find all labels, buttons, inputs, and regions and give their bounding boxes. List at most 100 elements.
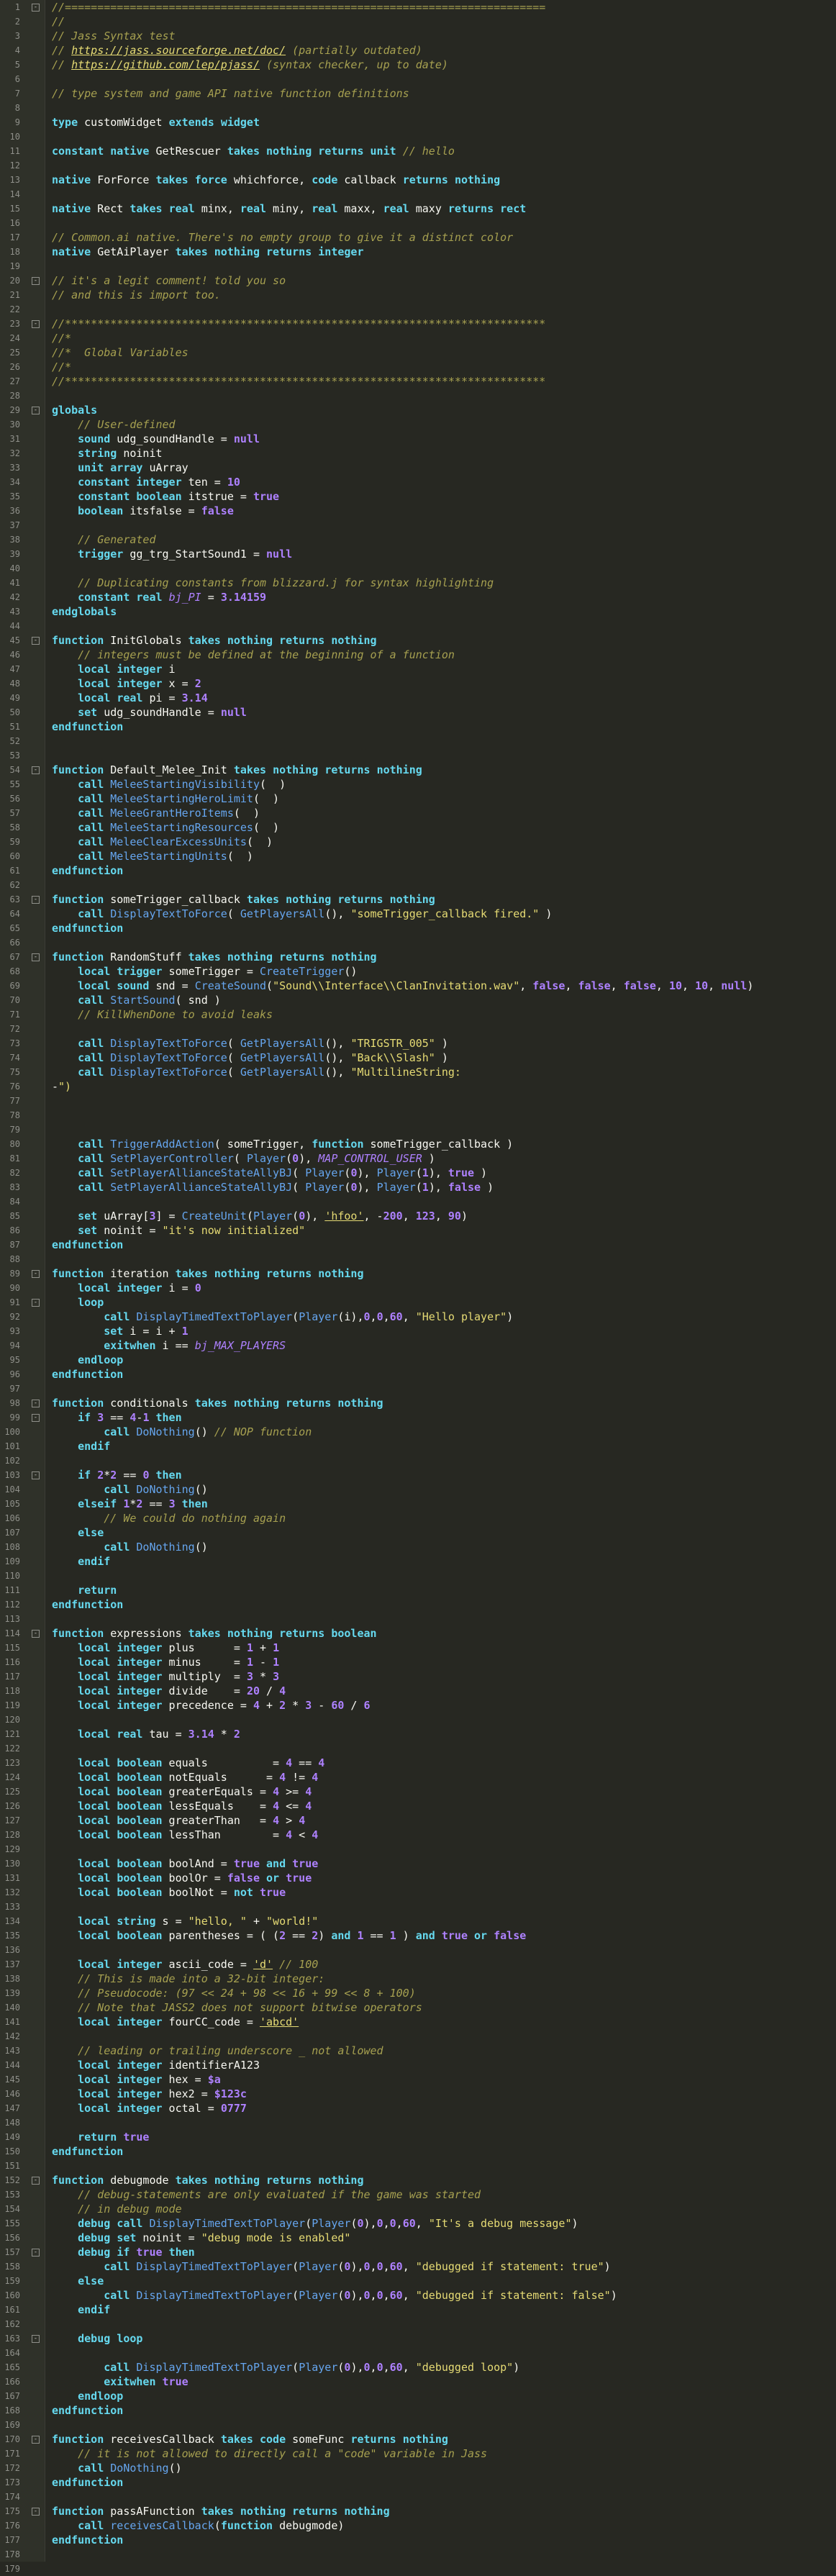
fold-toggle-icon[interactable]: - [32,2249,40,2257]
fold-toggle-icon[interactable]: - [32,1400,40,1407]
code-line[interactable]: 73 call DisplayTextToForce( GetPlayersAl… [0,1036,836,1051]
code-line[interactable]: 153 // debug-statements are only evaluat… [0,2187,836,2202]
code-line[interactable]: 147 local integer octal = 0777 [0,2101,836,2115]
code-line[interactable]: 38 // Generated [0,532,836,547]
code-line[interactable]: 95 endloop [0,1353,836,1367]
code-line[interactable]: 27 //************************************… [0,374,836,389]
code-line[interactable]: 87 endfunction [0,1238,836,1252]
code-line[interactable]: 74 call DisplayTextToForce( GetPlayersAl… [0,1051,836,1065]
code-line[interactable]: 164 [0,2346,836,2360]
code-line[interactable]: 52 [0,734,836,748]
code-line[interactable]: 130 local boolean boolAnd = true and tru… [0,1856,836,1871]
code-line[interactable]: 25 //* Global Variables [0,345,836,360]
fold-toggle-icon[interactable]: - [32,953,40,961]
code-line[interactable]: 39 trigger gg_trg_StartSound1 = null [0,547,836,561]
code-line[interactable]: 115 local integer plus = 1 + 1 [0,1641,836,1655]
code-line[interactable]: 117 local integer multiply = 3 * 3 [0,1669,836,1684]
code-line[interactable]: 59 call MeleeClearExcessUnits( ) [0,835,836,849]
code-line[interactable]: 155 debug call DisplayTimedTextToPlayer(… [0,2216,836,2231]
code-line[interactable]: 127 local boolean greaterThan = 4 > 4 [0,1813,836,1828]
code-line[interactable]: 143 // leading or trailing underscore _ … [0,2044,836,2058]
code-line[interactable]: 78 [0,1108,836,1123]
code-line[interactable]: 114 - function expressions takes nothing r… [0,1626,836,1641]
code-line[interactable]: 41 // Duplicating constants from blizzar… [0,576,836,590]
code-line[interactable]: 53 [0,748,836,763]
fold-toggle-icon[interactable]: - [32,2508,40,2516]
code-line[interactable]: 51 endfunction [0,720,836,734]
code-line[interactable]: 76 -") [0,1079,836,1094]
fold-toggle-icon[interactable]: - [32,896,40,904]
code-line[interactable]: 29 - globals [0,403,836,417]
code-line[interactable]: 89 - function iteration takes nothing retu… [0,1266,836,1281]
code-line[interactable]: 119 local integer precedence = 4 + 2 * 3… [0,1698,836,1713]
code-line[interactable]: 123 local boolean equals = 4 == 4 [0,1756,836,1770]
code-line[interactable]: 116 local integer minus = 1 - 1 [0,1655,836,1669]
code-line[interactable]: 134 local string s = "hello, " + "world!… [0,1914,836,1928]
code-line[interactable]: 54 - function Default_Melee_Init takes not… [0,763,836,777]
code-line[interactable]: 150 endfunction [0,2144,836,2159]
code-line[interactable]: 58 call MeleeStartingResources( ) [0,820,836,835]
code-line[interactable]: 144 local integer identifierA123 [0,2058,836,2072]
code-line[interactable]: 110 [0,1569,836,1583]
code-line[interactable]: 149 return true [0,2130,836,2144]
code-line[interactable]: 26 //* [0,360,836,374]
code-line[interactable]: 148 [0,2115,836,2130]
code-line[interactable]: 10 [0,130,836,144]
code-line[interactable]: 163 - debug loop [0,2331,836,2346]
code-line[interactable]: 174 [0,2490,836,2504]
code-line[interactable]: 121 local real tau = 3.14 * 2 [0,1727,836,1741]
code-line[interactable]: 94 exitwhen i == bj_MAX_PLAYERS [0,1338,836,1353]
code-line[interactable]: 30 // User-defined [0,417,836,432]
code-line[interactable]: 8 [0,101,836,115]
code-line[interactable]: 108 call DoNothing() [0,1540,836,1554]
code-line[interactable]: 35 constant boolean itstrue = true [0,489,836,504]
code-line[interactable]: 91 - loop [0,1295,836,1310]
code-line[interactable]: 97 [0,1382,836,1396]
code-line[interactable]: 122 [0,1741,836,1756]
fold-toggle-icon[interactable]: - [32,407,40,414]
code-line[interactable]: 138 // This is made into a 32-bit intege… [0,1972,836,1986]
code-line[interactable]: 66 [0,935,836,950]
code-line[interactable]: 71 // KillWhenDone to avoid leaks [0,1007,836,1022]
code-line[interactable]: 77 [0,1094,836,1108]
code-line[interactable]: 16 [0,216,836,230]
fold-toggle-icon[interactable]: - [32,2335,40,2343]
code-line[interactable]: 139 // Pseudocode: (97 << 24 + 98 << 16 … [0,1986,836,2000]
code-line[interactable]: 175 - function passAFunction takes nothing… [0,2504,836,2518]
fold-toggle-icon[interactable]: - [32,766,40,774]
code-line[interactable]: 135 local boolean parentheses = ( (2 == … [0,1928,836,1943]
code-line[interactable]: 37 [0,518,836,532]
code-line[interactable]: 14 [0,187,836,201]
code-line[interactable]: 118 local integer divide = 20 / 4 [0,1684,836,1698]
code-line[interactable]: 64 call DisplayTextToForce( GetPlayersAl… [0,907,836,921]
code-line[interactable]: 69 local sound snd = CreateSound("Sound\… [0,979,836,993]
code-line[interactable]: 45 - function InitGlobals takes nothing re… [0,633,836,648]
code-line[interactable]: 48 local integer x = 2 [0,676,836,691]
code-line[interactable]: 136 [0,1943,836,1957]
code-line[interactable]: 86 set noinit = "it's now initialized" [0,1223,836,1238]
code-line[interactable]: 40 [0,561,836,576]
code-line[interactable]: 72 [0,1022,836,1036]
code-line[interactable]: 3 // Jass Syntax test [0,29,836,43]
code-line[interactable]: 142 [0,2029,836,2044]
code-line[interactable]: 111 return [0,1583,836,1597]
fold-toggle-icon[interactable]: - [32,277,40,285]
code-line[interactable]: 159 else [0,2274,836,2288]
code-line[interactable]: 109 endif [0,1554,836,1569]
code-line[interactable]: 2 // [0,14,836,29]
code-line[interactable]: 152 - function debugmode takes nothing ret… [0,2173,836,2187]
code-line[interactable]: 44 [0,619,836,633]
code-line[interactable]: 129 [0,1842,836,1856]
code-line[interactable]: 124 local boolean notEquals = 4 != 4 [0,1770,836,1784]
code-line[interactable]: 31 sound udg_soundHandle = null [0,432,836,446]
code-line[interactable]: 68 local trigger someTrigger = CreateTri… [0,964,836,979]
code-editor[interactable]: 1 - //====================================… [0,0,836,2574]
code-line[interactable]: 172 call DoNothing() [0,2461,836,2475]
code-line[interactable]: 179 [0,2562,836,2576]
code-line[interactable]: 61 endfunction [0,863,836,878]
code-line[interactable]: 158 call DisplayTimedTextToPlayer(Player… [0,2259,836,2274]
code-line[interactable]: 12 [0,158,836,173]
code-line[interactable]: 151 [0,2159,836,2173]
code-line[interactable]: 162 [0,2317,836,2331]
code-line[interactable]: 82 call SetPlayerAllianceStateAllyBJ( Pl… [0,1166,836,1180]
